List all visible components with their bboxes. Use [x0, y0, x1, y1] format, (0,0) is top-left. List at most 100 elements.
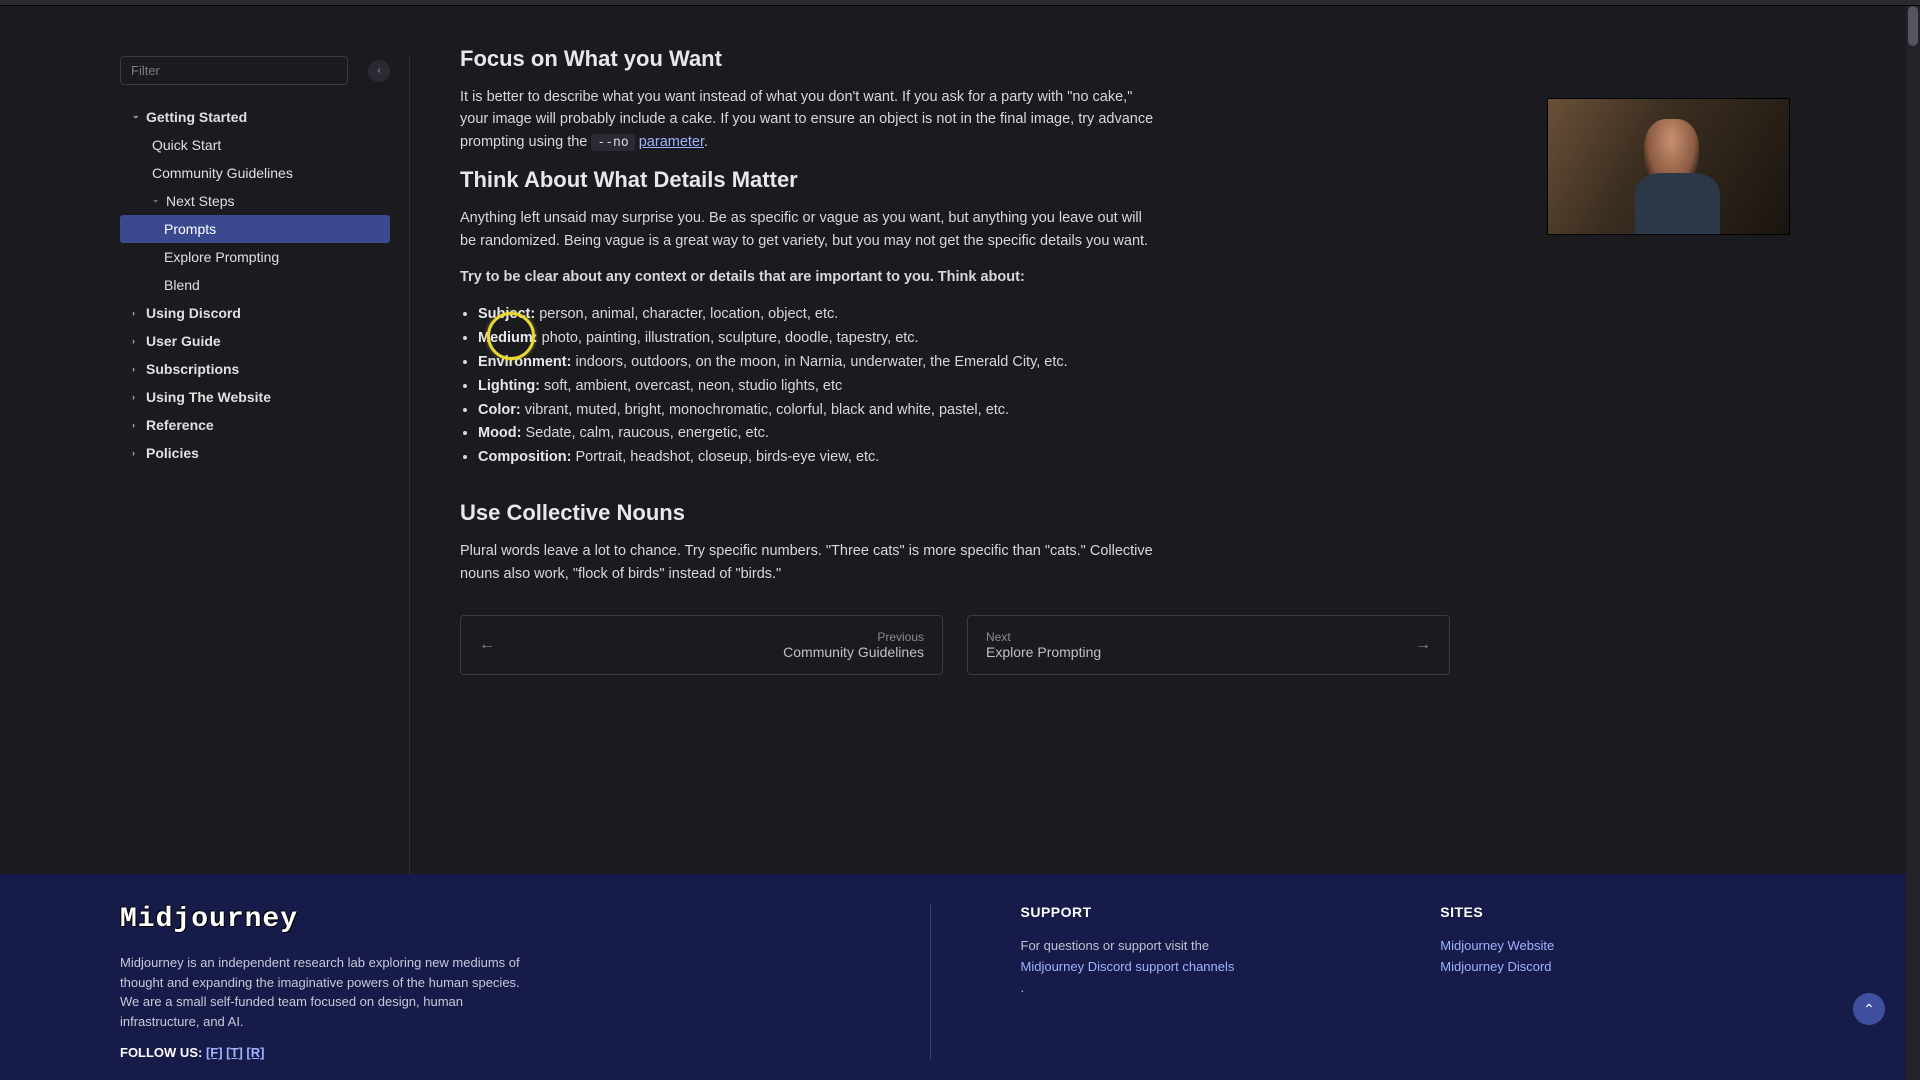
- prev-title: Community Guidelines: [783, 644, 924, 660]
- code-no-param: --no: [591, 134, 634, 151]
- bullet-text: vibrant, muted, bright, monochromatic, c…: [521, 402, 1009, 418]
- scroll-to-top-button[interactable]: ⌃: [1853, 993, 1885, 1025]
- details-bullet-list: Subject: person, animal, character, loca…: [478, 303, 1450, 470]
- chevron-right-icon: [132, 420, 142, 430]
- section-body-nouns: Plural words leave a lot to chance. Try …: [460, 540, 1160, 585]
- bullet-text: photo, painting, illustration, sculpture…: [538, 330, 919, 346]
- section-body-focus: It is better to describe what you want i…: [460, 86, 1160, 153]
- sidebar-item-using-the-website[interactable]: Using The Website: [120, 383, 390, 411]
- list-item: Medium: photo, painting, illustration, s…: [478, 327, 1450, 351]
- chevron-up-icon: ⌃: [1863, 1001, 1875, 1018]
- webcam-overlay: [1547, 98, 1790, 235]
- sidebar-item-label: Blend: [164, 277, 200, 293]
- sidebar-item-quick-start[interactable]: Quick Start: [120, 131, 390, 159]
- bullet-label: Mood:: [478, 425, 521, 441]
- sidebar-item-user-guide[interactable]: User Guide: [120, 327, 390, 355]
- arrow-left-icon: ←: [479, 636, 495, 654]
- sidebar-item-label: Subscriptions: [146, 361, 239, 377]
- support-heading: SUPPORT: [1021, 904, 1381, 920]
- site-footer: Midjourney Midjourney is an independent …: [0, 874, 1920, 1080]
- bullet-label: Environment:: [478, 354, 571, 370]
- bullet-label: Color:: [478, 402, 521, 418]
- sidebar-item-label: Reference: [146, 417, 214, 433]
- sidebar-item-label: Getting Started: [146, 109, 247, 125]
- chevron-down-icon: [132, 112, 142, 123]
- chevron-right-icon: [132, 364, 142, 374]
- next-meta: Next: [986, 630, 1101, 644]
- bullet-label: Composition:: [478, 449, 571, 465]
- sidebar-nav: Getting Started Quick Start Community Guid…: [120, 103, 390, 467]
- sidebar-item-label: Community Guidelines: [152, 165, 293, 181]
- list-item: Lighting: soft, ambient, overcast, neon,…: [478, 375, 1450, 399]
- page-navigation: ← Previous Community Guidelines Next Exp…: [460, 615, 1450, 675]
- next-page-link[interactable]: Next Explore Prompting →: [967, 615, 1450, 675]
- scrollbar-thumb[interactable]: [1908, 6, 1918, 46]
- chevron-down-icon: [152, 196, 162, 207]
- list-item: Composition: Portrait, headshot, closeup…: [478, 446, 1450, 470]
- section-body-details-1: Anything left unsaid may surprise you. B…: [460, 207, 1160, 252]
- sidebar-item-label: Policies: [146, 445, 199, 461]
- chevron-right-icon: [132, 448, 142, 458]
- collapse-sidebar-button[interactable]: ‹: [368, 60, 390, 82]
- sidebar-item-blend[interactable]: Blend: [120, 271, 390, 299]
- bullet-text: person, animal, character, location, obj…: [535, 306, 838, 322]
- list-item: Environment: indoors, outdoors, on the m…: [478, 351, 1450, 375]
- text: .: [1021, 980, 1025, 995]
- sidebar-item-using-discord[interactable]: Using Discord: [120, 299, 390, 327]
- sidebar-item-next-steps[interactable]: Next Steps: [120, 187, 390, 215]
- section-heading-focus: Focus on What you Want: [460, 46, 1450, 72]
- sidebar-item-subscriptions[interactable]: Subscriptions: [120, 355, 390, 383]
- sidebar-item-label: Using Discord: [146, 305, 241, 321]
- bullet-text: soft, ambient, overcast, neon, studio li…: [540, 378, 842, 394]
- text: .: [704, 134, 708, 150]
- chevron-right-icon: [132, 308, 142, 318]
- list-item: Subject: person, animal, character, loca…: [478, 303, 1450, 327]
- chevron-right-icon: [132, 336, 142, 346]
- sidebar-item-policies[interactable]: Policies: [120, 439, 390, 467]
- parameter-link[interactable]: parameter: [639, 134, 704, 150]
- sidebar-item-label: Using The Website: [146, 389, 271, 405]
- support-text: For questions or support visit the Midjo…: [1021, 936, 1381, 998]
- site-link-website[interactable]: Midjourney Website: [1440, 936, 1800, 957]
- bullet-text: indoors, outdoors, on the moon, in Narni…: [571, 354, 1067, 370]
- site-link-discord[interactable]: Midjourney Discord: [1440, 957, 1800, 978]
- sidebar-item-community-guidelines[interactable]: Community Guidelines: [120, 159, 390, 187]
- bullet-label: Medium:: [478, 330, 538, 346]
- sidebar-item-label: User Guide: [146, 333, 221, 349]
- section-body-details-2: Try to be clear about any context or det…: [460, 266, 1160, 288]
- next-title: Explore Prompting: [986, 644, 1101, 660]
- sidebar-item-label: Quick Start: [152, 137, 221, 153]
- bullet-text: Sedate, calm, raucous, energetic, etc.: [521, 425, 768, 441]
- arrow-right-icon: →: [1415, 636, 1431, 654]
- social-facebook-link[interactable]: [F]: [206, 1045, 223, 1060]
- prev-meta: Previous: [877, 630, 924, 644]
- sidebar-item-prompts[interactable]: Prompts: [120, 215, 390, 243]
- sidebar-item-reference[interactable]: Reference: [120, 411, 390, 439]
- footer-description: Midjourney is an independent research la…: [120, 953, 520, 1031]
- text: It is better to describe what you want i…: [460, 89, 1153, 150]
- sidebar-item-getting-started[interactable]: Getting Started: [120, 103, 390, 131]
- chevron-right-icon: [132, 392, 142, 402]
- social-twitter-link[interactable]: [T]: [226, 1045, 243, 1060]
- scrollbar-track[interactable]: [1906, 6, 1920, 1080]
- section-heading-details: Think About What Details Matter: [460, 167, 1450, 193]
- follow-label: FOLLOW US:: [120, 1045, 206, 1060]
- follow-us-line: FOLLOW US: [F] [T] [R]: [120, 1045, 840, 1060]
- footer-divider: [930, 904, 931, 1060]
- sites-heading: SITES: [1440, 904, 1800, 920]
- social-reddit-link[interactable]: [R]: [246, 1045, 264, 1060]
- sidebar-item-label: Next Steps: [166, 193, 234, 209]
- prev-page-link[interactable]: ← Previous Community Guidelines: [460, 615, 943, 675]
- bullet-label: Lighting:: [478, 378, 540, 394]
- bullet-label: Subject:: [478, 306, 535, 322]
- sidebar-item-explore-prompting[interactable]: Explore Prompting: [120, 243, 390, 271]
- list-item: Mood: Sedate, calm, raucous, energetic, …: [478, 422, 1450, 446]
- bullet-text: Portrait, headshot, closeup, birds-eye v…: [571, 449, 879, 465]
- filter-input[interactable]: [120, 56, 348, 85]
- footer-logo: Midjourney: [120, 904, 840, 935]
- section-heading-nouns: Use Collective Nouns: [460, 500, 1450, 526]
- support-link[interactable]: Midjourney Discord support channels: [1021, 957, 1381, 978]
- chevron-left-icon: ‹: [377, 65, 380, 76]
- sidebar-item-label: Prompts: [164, 221, 216, 237]
- list-item: Color: vibrant, muted, bright, monochrom…: [478, 399, 1450, 423]
